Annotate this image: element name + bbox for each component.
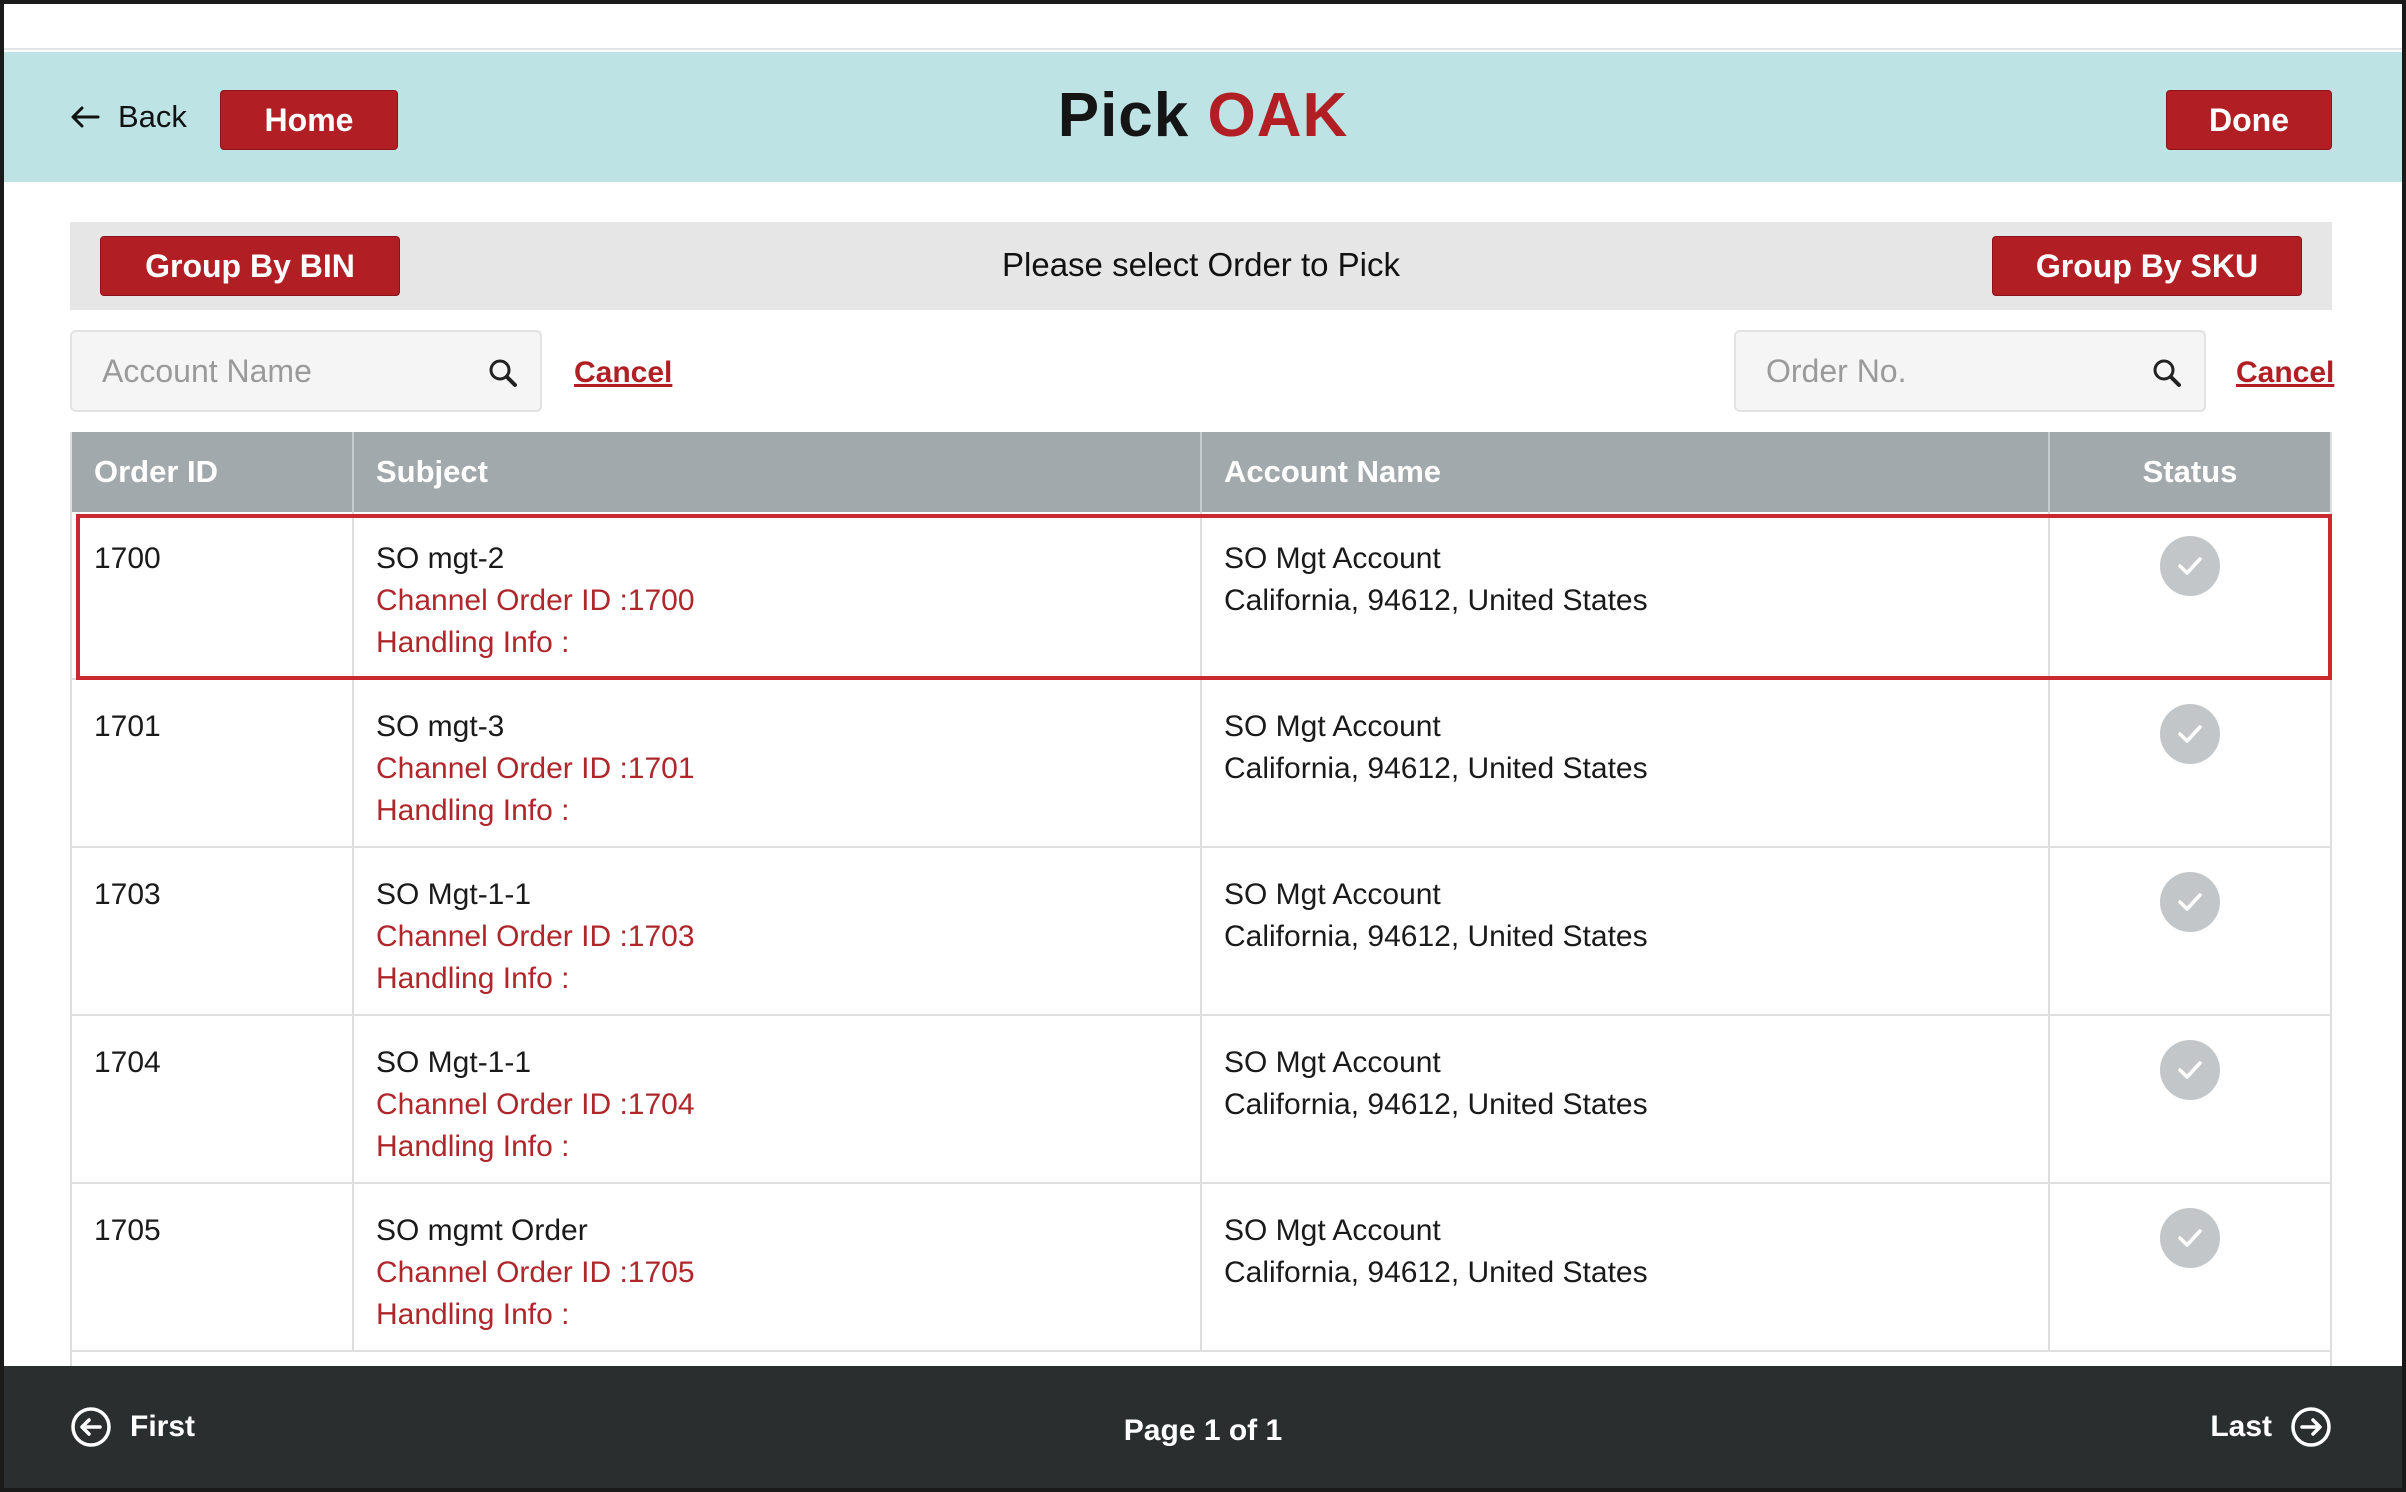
order-search-cancel-link[interactable]: Cancel xyxy=(2236,356,2334,390)
title-location: OAK xyxy=(1207,81,1349,150)
column-header-order-id: Order ID xyxy=(72,432,354,512)
top-strip xyxy=(4,4,2402,50)
page-title: Pick OAK xyxy=(4,80,2402,151)
order-id-cell: 1705 xyxy=(72,1184,354,1350)
check-circle-icon[interactable] xyxy=(2160,704,2220,764)
search-icon[interactable] xyxy=(488,358,518,388)
account-cell: SO Mgt Account California, 94612, United… xyxy=(1202,848,2050,1014)
account-cell: SO Mgt Account California, 94612, United… xyxy=(1202,1016,2050,1182)
subject-cell: SO mgt-3 Channel Order ID :1701 Handling… xyxy=(354,680,1202,846)
subject-text: SO mgmt Order xyxy=(376,1214,588,1247)
account-name: SO Mgt Account xyxy=(1224,710,1441,743)
group-by-sku-button[interactable]: Group By SKU xyxy=(1992,236,2302,296)
pagination-footer: First Page 1 of 1 Last xyxy=(4,1366,2402,1488)
account-address: California, 94612, United States xyxy=(1224,584,1648,617)
arrow-circle-left-icon xyxy=(71,1407,111,1447)
order-number-search-input[interactable] xyxy=(1736,332,2204,410)
handling-info: Handling Info : xyxy=(376,1298,570,1331)
orders-table: Order ID Subject Account Name Status 170… xyxy=(70,432,2332,1488)
check-circle-icon[interactable] xyxy=(2160,536,2220,596)
handling-info: Handling Info : xyxy=(376,794,570,827)
app-window: Back Home Pick OAK Done Group By BIN Ple… xyxy=(4,4,2402,1488)
order-search-box xyxy=(1734,330,2206,412)
first-page-button[interactable]: First xyxy=(70,1404,195,1450)
column-header-subject: Subject xyxy=(354,432,1202,512)
account-name: SO Mgt Account xyxy=(1224,542,1441,575)
channel-order-id: Channel Order ID :1704 xyxy=(376,1088,695,1121)
status-cell xyxy=(2050,680,2330,846)
status-cell xyxy=(2050,1016,2330,1182)
check-circle-icon[interactable] xyxy=(2160,1208,2220,1268)
account-cell: SO Mgt Account California, 94612, United… xyxy=(1202,1184,2050,1350)
account-address: California, 94612, United States xyxy=(1224,920,1648,953)
group-bar: Group By BIN Please select Order to Pick… xyxy=(70,222,2332,310)
subject-text: SO Mgt-1-1 xyxy=(376,878,532,911)
check-circle-icon[interactable] xyxy=(2160,872,2220,932)
column-header-status: Status xyxy=(2142,454,2238,489)
order-id-cell: 1703 xyxy=(72,848,354,1014)
account-cell: SO Mgt Account California, 94612, United… xyxy=(1202,680,2050,846)
channel-order-id: Channel Order ID :1705 xyxy=(376,1256,695,1289)
first-label: First xyxy=(130,1410,196,1443)
account-search-cancel-link[interactable]: Cancel xyxy=(574,356,672,390)
order-id-cell: 1701 xyxy=(72,680,354,846)
handling-info: Handling Info : xyxy=(376,1130,570,1163)
account-address: California, 94612, United States xyxy=(1224,1256,1648,1289)
subject-text: SO Mgt-1-1 xyxy=(376,1046,532,1079)
subject-cell: SO mgt-2 Channel Order ID :1700 Handling… xyxy=(354,512,1202,678)
channel-order-id: Channel Order ID :1700 xyxy=(376,584,695,617)
subject-cell: SO Mgt-1-1 Channel Order ID :1703 Handli… xyxy=(354,848,1202,1014)
last-page-button[interactable]: Last xyxy=(2210,1404,2332,1450)
title-prefix: Pick xyxy=(1057,81,1190,150)
table-row[interactable]: 1700 SO mgt-2 Channel Order ID :1700 Han… xyxy=(72,512,2332,680)
page-indicator: Page 1 of 1 xyxy=(1123,1414,1283,1447)
search-icon[interactable] xyxy=(2152,358,2182,388)
subject-cell: SO mgmt Order Channel Order ID :1705 Han… xyxy=(354,1184,1202,1350)
group-by-bin-button[interactable]: Group By BIN xyxy=(100,236,400,296)
status-cell xyxy=(2050,848,2330,1014)
order-id-cell: 1704 xyxy=(72,1016,354,1182)
channel-order-id: Channel Order ID :1701 xyxy=(376,752,695,785)
account-name-search-input[interactable] xyxy=(72,332,540,410)
column-header-account-name: Account Name xyxy=(1202,432,2050,512)
last-label: Last xyxy=(2210,1410,2272,1443)
channel-order-id: Channel Order ID :1703 xyxy=(376,920,695,953)
order-id-cell: 1700 xyxy=(72,512,354,678)
subject-text: SO mgt-3 xyxy=(376,710,505,743)
table-row[interactable]: 1704 SO Mgt-1-1 Channel Order ID :1704 H… xyxy=(72,1016,2330,1184)
subject-text: SO mgt-2 xyxy=(376,542,505,575)
account-name: SO Mgt Account xyxy=(1224,1046,1441,1079)
table-row[interactable]: 1703 SO Mgt-1-1 Channel Order ID :1703 H… xyxy=(72,848,2330,1016)
account-name: SO Mgt Account xyxy=(1224,1214,1441,1247)
account-search-box xyxy=(70,330,542,412)
handling-info: Handling Info : xyxy=(376,626,570,659)
account-cell: SO Mgt Account California, 94612, United… xyxy=(1202,512,2050,678)
done-button[interactable]: Done xyxy=(2166,90,2332,150)
account-address: California, 94612, United States xyxy=(1224,1088,1648,1121)
subject-cell: SO Mgt-1-1 Channel Order ID :1704 Handli… xyxy=(354,1016,1202,1182)
handling-info: Handling Info : xyxy=(376,962,570,995)
status-cell xyxy=(2050,512,2330,678)
arrow-circle-right-icon xyxy=(2291,1407,2331,1447)
table-row[interactable]: 1701 SO mgt-3 Channel Order ID :1701 Han… xyxy=(72,680,2330,848)
status-cell xyxy=(2050,1184,2330,1350)
account-address: California, 94612, United States xyxy=(1224,752,1648,785)
check-circle-icon[interactable] xyxy=(2160,1040,2220,1100)
account-name: SO Mgt Account xyxy=(1224,878,1441,911)
header-bar: Back Home Pick OAK Done xyxy=(4,52,2402,182)
table-row[interactable]: 1705 SO mgmt Order Channel Order ID :170… xyxy=(72,1184,2330,1352)
table-header: Order ID Subject Account Name Status xyxy=(72,432,2330,512)
